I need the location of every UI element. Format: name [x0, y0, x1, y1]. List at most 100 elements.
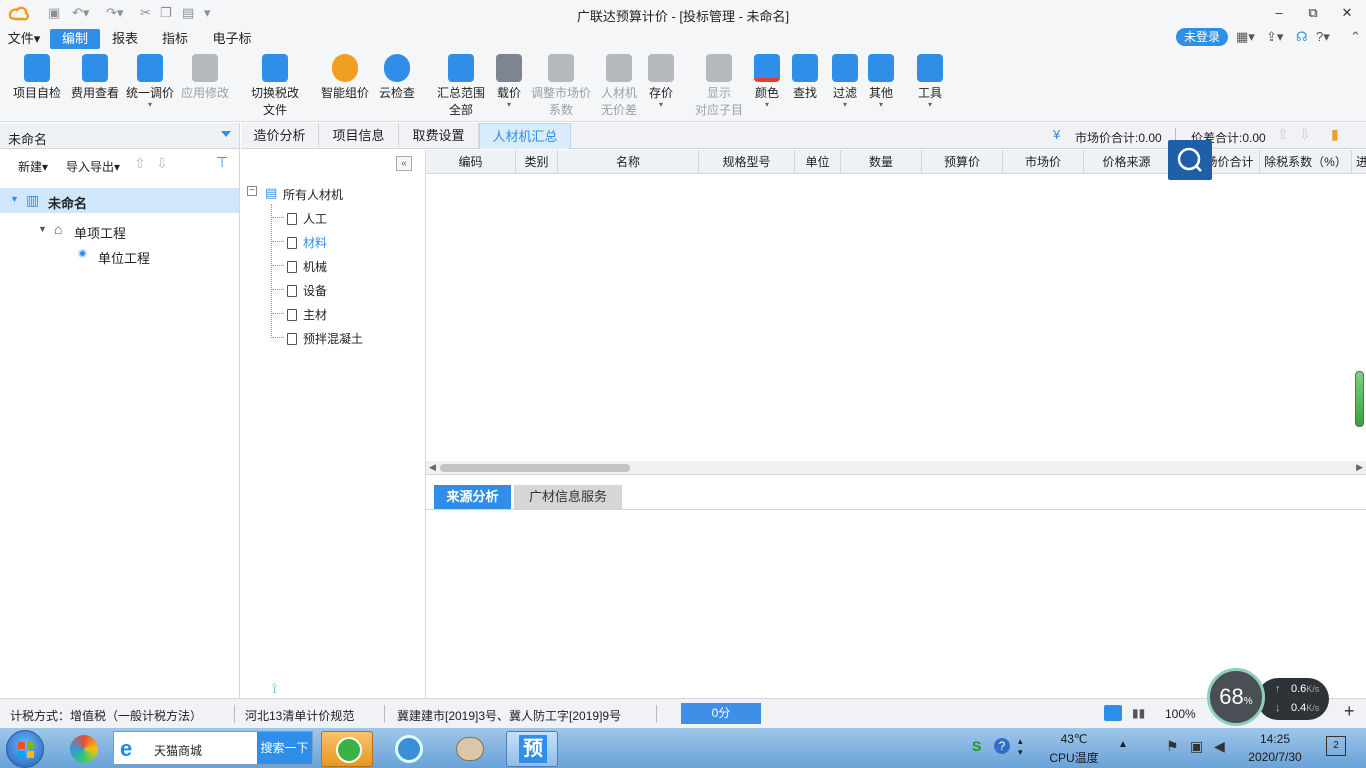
upload-icon[interactable]: ⇪▾ [1266, 29, 1283, 45]
qq-browser-icon[interactable] [383, 731, 435, 767]
search-text[interactable]: 天猫商城 [154, 742, 202, 759]
headset-icon[interactable]: ☊ [1296, 29, 1308, 45]
minimize-button[interactable]: – [1264, 3, 1294, 23]
arrow-down-icon[interactable]: ⇩ [1299, 126, 1311, 143]
zoom-in-icon[interactable]: + [1344, 701, 1355, 722]
tree-node-project[interactable]: ▼ ▥ 未命名 [0, 188, 239, 213]
side-handle[interactable] [1355, 371, 1364, 427]
color-button[interactable]: 颜色 ▾ [752, 54, 782, 109]
collapse-tree-icon[interactable]: − [247, 186, 257, 196]
column-header-spec[interactable]: 规格型号 [699, 150, 795, 173]
column-header-price-source[interactable]: 价格来源 [1084, 150, 1170, 173]
input-method-icon[interactable]: S [972, 738, 981, 754]
column-settings-icon[interactable]: ▮ [1331, 126, 1339, 143]
tree-node-single-project[interactable]: ▼ ⌂ 单项工程 [0, 218, 239, 243]
menu-edit[interactable]: 编制 [50, 29, 100, 49]
category-main-material[interactable]: 主材 [287, 306, 327, 323]
clock-date[interactable]: 2020/7/30 [1236, 750, 1314, 764]
category-material[interactable]: 材料 [287, 234, 327, 251]
smart-pricing-button[interactable]: 智能组价 [318, 54, 372, 101]
ribbon-collapse-icon[interactable]: ⌃ [1350, 29, 1361, 45]
other-button[interactable]: 其他 ▾ [866, 54, 896, 109]
category-all[interactable]: 所有人材机 [283, 186, 343, 203]
search-button[interactable]: 搜索一下 [257, 732, 312, 764]
collapse-panel-button[interactable]: « [396, 156, 412, 171]
save-price-button[interactable]: 存价 ▾ [646, 54, 676, 109]
column-header-tax-coef[interactable]: 除税系数（%） [1260, 150, 1352, 173]
score-badge[interactable]: 0分 [681, 703, 761, 724]
show-hidden-icons-icon[interactable]: ▲ [1118, 739, 1128, 750]
tab-fee-settings[interactable]: 取费设置 [399, 123, 479, 149]
column-header-quantity[interactable]: 数量 [841, 150, 922, 173]
switch-tax-file-button[interactable]: 切换税改 文件 [246, 54, 304, 118]
login-button[interactable]: 未登录 [1176, 28, 1228, 46]
menu-file[interactable]: 文件▾ [4, 29, 44, 49]
load-price-button[interactable]: 载价 ▾ [492, 54, 526, 109]
adjust-market-coef-button[interactable]: 调整市场价 系数 [528, 54, 594, 118]
split-view-icon[interactable]: ▮▮ [1132, 706, 1145, 720]
column-header-unit[interactable]: 单位 [795, 150, 841, 173]
scroll-right-icon[interactable]: ▶ [1356, 462, 1363, 473]
notification-icon[interactable]: 2 [1326, 736, 1346, 756]
move-down-icon[interactable]: ⇩ [156, 155, 168, 172]
close-button[interactable]: ✕ [1332, 3, 1362, 23]
expand-icon[interactable]: ▼ [38, 224, 47, 234]
scroll-left-icon[interactable]: ◀ [429, 462, 436, 473]
browser-360-icon[interactable] [321, 731, 373, 767]
expand-icon[interactable]: ▼ [10, 194, 19, 204]
color-balls-app-icon[interactable] [58, 731, 110, 767]
tray-expand-icon[interactable]: ▴ ▾ [1018, 736, 1023, 758]
grid-body[interactable] [426, 175, 1366, 461]
help-icon[interactable]: ?▾ [1316, 29, 1330, 45]
cost-view-button[interactable]: 费用查看 [68, 54, 122, 101]
apply-change-button[interactable]: 应用修改 [178, 54, 232, 101]
tree-node-unit-project[interactable]: 单位工程 [0, 243, 239, 268]
arrow-up-icon[interactable]: ⇧ [1277, 126, 1289, 143]
category-equipment[interactable]: 设备 [287, 282, 327, 299]
category-machinery[interactable]: 机械 [287, 258, 327, 275]
restore-button[interactable]: ⧉ [1298, 3, 1328, 23]
menu-e-bid[interactable]: 电子标 [206, 29, 258, 49]
column-header-name[interactable]: 名称 [558, 150, 699, 173]
scrollbar-thumb[interactable] [440, 464, 630, 472]
tab-project-info[interactable]: 项目信息 [319, 123, 399, 149]
flag-icon[interactable]: ⚑ [1166, 738, 1179, 755]
net-speed-widget[interactable]: ↑ 0.6K/s ↓ 0.4K/s 68% [1207, 668, 1331, 726]
column-header-code[interactable]: 编码 [426, 150, 516, 173]
filter-button[interactable]: 过滤 ▾ [830, 54, 860, 109]
tab-cost-analysis[interactable]: 造价分析 [241, 123, 319, 149]
move-up-icon[interactable]: ⇧ [134, 155, 146, 172]
summary-scope-button[interactable]: 汇总范围 全部 [434, 54, 488, 118]
import-export-button[interactable]: 导入导出▾ [66, 158, 120, 175]
view-mode-icon[interactable] [1104, 705, 1122, 721]
menu-report[interactable]: 报表 [104, 29, 146, 49]
unified-adjust-button[interactable]: 统一调价 ▾ [122, 54, 178, 109]
paint-icon[interactable] [444, 731, 496, 767]
grid-menu-icon[interactable]: ▦▾ [1236, 29, 1255, 45]
category-labor[interactable]: 人工 [287, 210, 327, 227]
column-header-market-price[interactable]: 市场价 [1003, 150, 1084, 173]
show-sub-item-button[interactable]: 显示 对应子目 [692, 54, 746, 118]
clock-time[interactable]: 14:25 [1240, 732, 1310, 746]
category-ready-mix-concrete[interactable]: 预拌混凝土 [287, 330, 363, 347]
no-price-diff-button[interactable]: 人材机 无价差 [598, 54, 640, 118]
find-button[interactable]: 查找 [790, 54, 820, 101]
tool-button[interactable]: 工具 ▾ [914, 54, 946, 109]
cloud-check-button[interactable]: 云检查 [374, 54, 420, 101]
new-button[interactable]: 新建▾ [18, 158, 48, 175]
project-selector[interactable]: 未命名 [0, 123, 239, 149]
tab-source-analysis[interactable]: 来源分析 [434, 485, 511, 509]
volume-icon[interactable]: ◀ [1214, 738, 1225, 755]
budget-app-icon[interactable]: 预 [506, 731, 558, 767]
tab-material-info-service[interactable]: 广材信息服务 [514, 485, 622, 509]
network-icon[interactable]: ▣ [1190, 738, 1203, 755]
project-self-check-button[interactable]: 项目自检 [10, 54, 64, 101]
horizontal-scrollbar[interactable]: ◀ ▶ [426, 461, 1366, 475]
column-header-type[interactable]: 类别 [516, 150, 558, 173]
column-header-more[interactable]: 进 [1352, 150, 1366, 173]
tab-material-summary[interactable]: 人材机汇总 [479, 123, 571, 149]
column-header-budget-price[interactable]: 预算价 [922, 150, 1003, 173]
menu-index[interactable]: 指标 [154, 29, 196, 49]
browser-search-box[interactable]: e 天猫商城 搜索一下 [113, 731, 313, 765]
help-tray-icon[interactable]: ? [994, 738, 1010, 754]
